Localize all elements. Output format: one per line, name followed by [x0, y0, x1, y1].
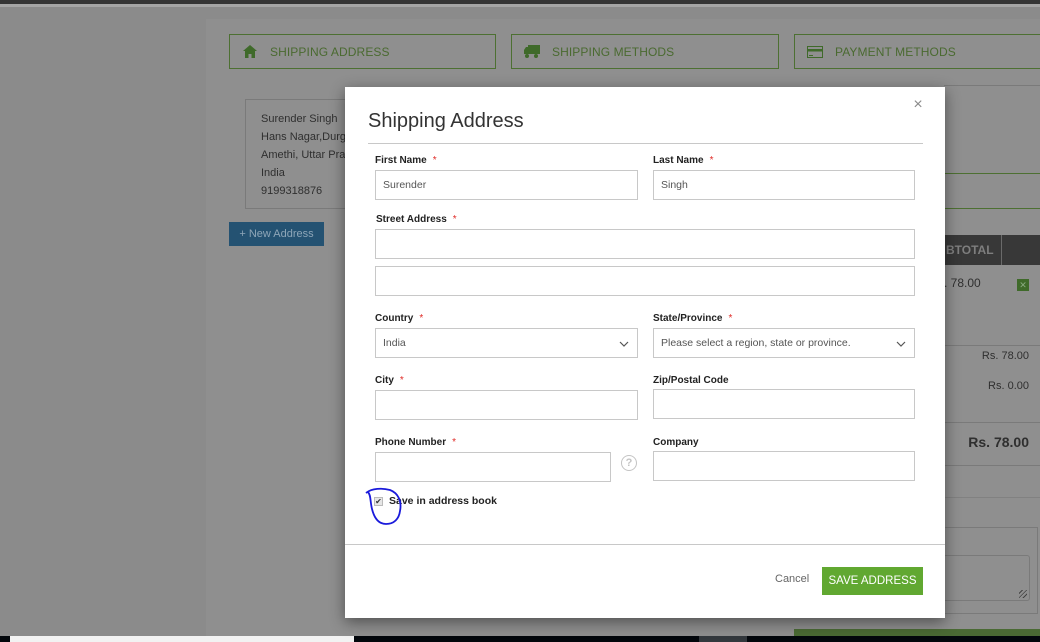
label-text: City — [375, 375, 394, 386]
save-address-button[interactable]: SAVE ADDRESS — [822, 567, 923, 595]
divider — [944, 345, 1040, 346]
taskbar-app[interactable] — [699, 636, 747, 642]
divider — [944, 465, 1040, 466]
divider — [944, 173, 1040, 174]
city-input[interactable] — [375, 390, 638, 420]
divider — [345, 544, 945, 545]
last-name-label: Last Name * — [653, 155, 713, 166]
divider — [944, 208, 1040, 209]
truck-icon — [524, 45, 540, 59]
place-order-button[interactable] — [794, 629, 1040, 636]
credit-card-icon — [807, 45, 823, 59]
first-name-input[interactable]: Surender — [375, 170, 638, 200]
column-separator — [1001, 235, 1002, 265]
street-address-line-2-input[interactable] — [375, 266, 915, 296]
label-text: State/Province — [653, 313, 723, 324]
required-marker: * — [432, 155, 437, 166]
required-marker: * — [419, 313, 424, 324]
street-address-label: Street Address * — [376, 214, 457, 225]
divider — [944, 497, 1040, 498]
country-selected-value: India — [383, 337, 406, 349]
modal-title: Shipping Address — [368, 110, 524, 132]
last-name-input[interactable]: Singh — [653, 170, 915, 200]
required-marker: * — [728, 313, 733, 324]
summary-subtotal: Rs. 78.00 — [981, 350, 1029, 362]
item-subtotal: . 78.00 — [944, 276, 981, 290]
state-selected-value: Please select a region, state or provinc… — [661, 337, 851, 349]
required-marker: * — [452, 214, 457, 225]
zip-input[interactable] — [653, 389, 915, 419]
save-in-address-book-label[interactable]: Save in address book — [389, 495, 497, 507]
phone-input[interactable] — [375, 452, 611, 482]
annotation-circle-icon — [365, 487, 402, 525]
resize-handle-icon[interactable] — [1019, 590, 1027, 598]
summary-total: Rs. 78.00 — [968, 434, 1029, 450]
street-address-line-1-input[interactable] — [375, 229, 915, 259]
order-comment-textarea[interactable] — [944, 555, 1030, 601]
help-icon[interactable]: ? — [621, 455, 637, 471]
phone-label: Phone Number * — [375, 437, 456, 448]
close-icon[interactable]: × — [911, 97, 925, 113]
divider — [944, 422, 1040, 423]
step-label: SHIPPING ADDRESS — [270, 44, 390, 59]
country-select[interactable]: India — [375, 328, 638, 358]
state-select[interactable]: Please select a region, state or provinc… — [653, 328, 915, 358]
label-text: Country — [375, 313, 414, 324]
state-label: State/Province * — [653, 313, 732, 324]
required-marker: * — [399, 375, 404, 386]
home-icon — [242, 45, 258, 59]
shipping-address-modal: × Shipping Address First Name * Surender … — [345, 87, 945, 618]
save-in-address-book-checkbox[interactable]: ✔ — [374, 497, 383, 506]
required-marker: * — [709, 155, 714, 166]
remove-item-icon[interactable]: ✕ — [1017, 279, 1029, 291]
company-input[interactable] — [653, 451, 915, 481]
chevron-down-icon — [896, 341, 906, 347]
label-text: Street Address — [376, 214, 447, 225]
first-name-label: First Name * — [375, 155, 437, 166]
step-label: PAYMENT METHODS — [835, 44, 956, 59]
step-shipping-methods[interactable]: SHIPPING METHODS — [511, 34, 779, 69]
os-taskbar — [0, 636, 1040, 642]
step-shipping-address[interactable]: SHIPPING ADDRESS — [229, 34, 496, 69]
label-text: Last Name — [653, 155, 704, 166]
city-label: City * — [375, 375, 404, 386]
chevron-down-icon — [619, 341, 629, 347]
zip-label: Zip/Postal Code — [653, 375, 729, 386]
summary-panel-edge — [944, 85, 1040, 175]
required-marker: * — [452, 437, 457, 448]
step-label: SHIPPING METHODS — [552, 44, 675, 59]
summary-shipping: Rs. 0.00 — [988, 380, 1029, 392]
label-text: Phone Number — [375, 437, 447, 448]
cancel-button[interactable]: Cancel — [775, 573, 809, 585]
country-label: Country * — [375, 313, 423, 324]
new-address-button[interactable]: + New Address — [229, 222, 324, 246]
label-text: First Name — [375, 155, 427, 166]
browser-top-bar-edge — [0, 4, 1040, 7]
taskbar-search[interactable] — [10, 636, 354, 642]
company-label: Company — [653, 437, 699, 448]
subtotal-column-header: BTOTAL — [946, 243, 994, 257]
step-payment-methods[interactable]: PAYMENT METHODS — [794, 34, 1040, 69]
divider — [368, 143, 923, 144]
cart-table-header: BTOTAL — [944, 235, 1040, 265]
